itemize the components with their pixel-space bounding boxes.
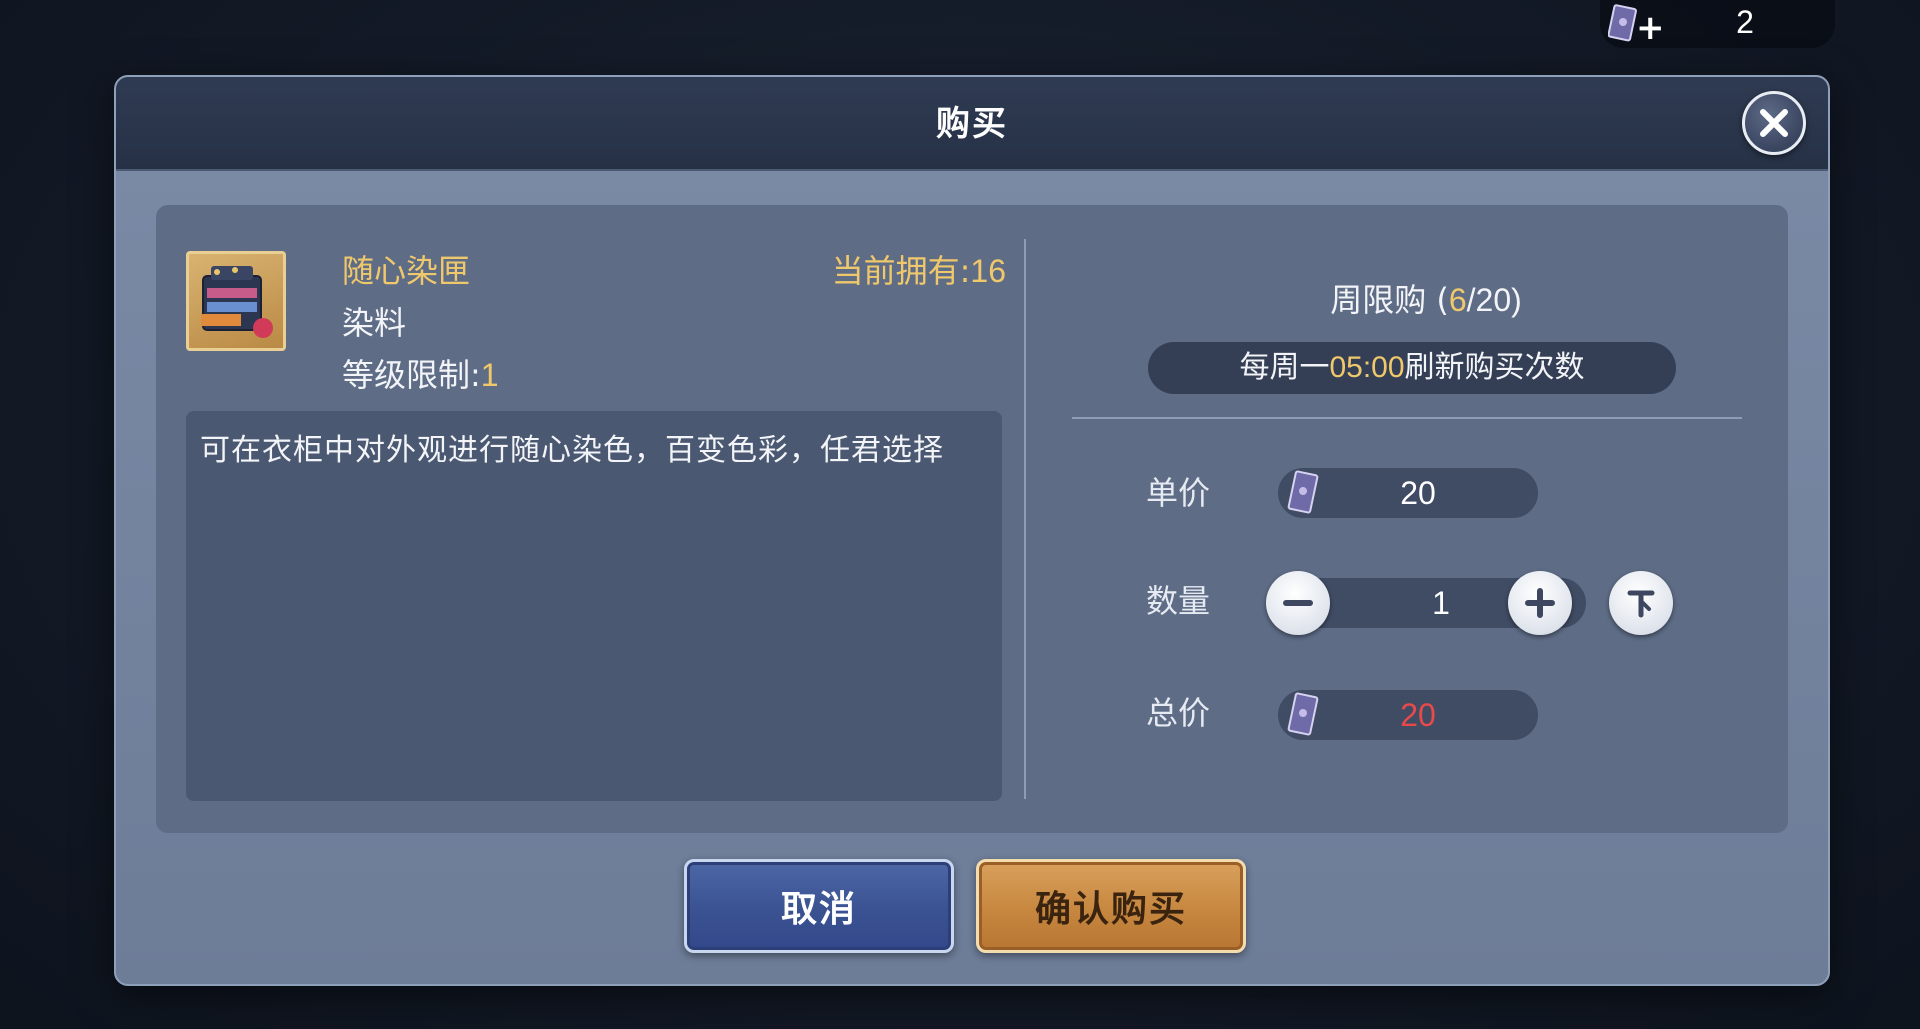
coupon-icon	[1607, 4, 1638, 44]
currency-amount: 2	[1736, 4, 1754, 40]
total-price-value: 20	[1400, 697, 1436, 733]
unit-price-label: 单价	[1146, 474, 1211, 512]
dialog-title: 购买	[936, 104, 1008, 144]
item-type: 染料	[342, 304, 407, 342]
max-icon	[1627, 590, 1655, 618]
increase-quantity-button[interactable]	[1508, 571, 1572, 635]
owned-label: 当前拥有:	[831, 252, 971, 290]
refresh-time: 05:00	[1329, 351, 1405, 384]
level-label: 等级限制:	[342, 356, 481, 394]
item-description: 可在衣柜中对外观进行随心染色，百变色彩，任君选择	[200, 433, 944, 468]
weekly-limit-current: 6	[1448, 282, 1467, 318]
close-icon	[1760, 109, 1788, 137]
owned-value: 16	[970, 253, 1006, 289]
horizontal-divider	[1072, 417, 1742, 419]
weekly-limit-prefix: 周限购 (	[1330, 281, 1449, 319]
weekly-limit: 周限购 (6/20)	[1116, 275, 1736, 325]
refresh-info: 每周一05:00刷新购买次数	[1148, 342, 1676, 394]
confirm-purchase-button[interactable]: 确认购买	[976, 859, 1246, 953]
vertical-divider	[1024, 239, 1026, 799]
refresh-prefix: 每周一	[1239, 350, 1330, 385]
quantity-value[interactable]: 1	[1356, 578, 1526, 628]
coupon-icon	[1284, 691, 1322, 739]
quantity-label: 数量	[1146, 582, 1211, 620]
decrease-quantity-button[interactable]	[1266, 571, 1330, 635]
item-name: 随心染匣	[342, 252, 471, 290]
minus-icon	[1283, 600, 1313, 606]
cancel-button[interactable]: 取消	[684, 859, 954, 953]
item-level-limit: 等级限制:1	[342, 353, 642, 397]
unit-price-value: 20	[1400, 475, 1436, 511]
purchase-dialog: 购买 随心染匣 染料 等级限制:1 当前拥有:16 可在衣柜中对外观进行随心染色…	[114, 75, 1830, 986]
level-value: 1	[480, 357, 499, 393]
refresh-suffix: 刷新购买次数	[1404, 350, 1585, 385]
item-owned-count: 当前拥有:16	[636, 249, 1006, 293]
close-button[interactable]	[1742, 91, 1806, 155]
description-box: 可在衣柜中对外观进行随心染色，百变色彩，任君选择	[186, 411, 1002, 801]
item-image	[186, 251, 286, 351]
add-currency-button[interactable]: +	[1636, 8, 1670, 48]
coupon-icon	[1284, 469, 1322, 517]
weekly-limit-suffix: /20)	[1466, 282, 1522, 318]
total-price-label: 总价	[1146, 694, 1211, 732]
plus-icon	[1525, 588, 1555, 618]
dialog-header: 购买	[116, 77, 1828, 171]
max-quantity-button[interactable]	[1609, 571, 1673, 635]
